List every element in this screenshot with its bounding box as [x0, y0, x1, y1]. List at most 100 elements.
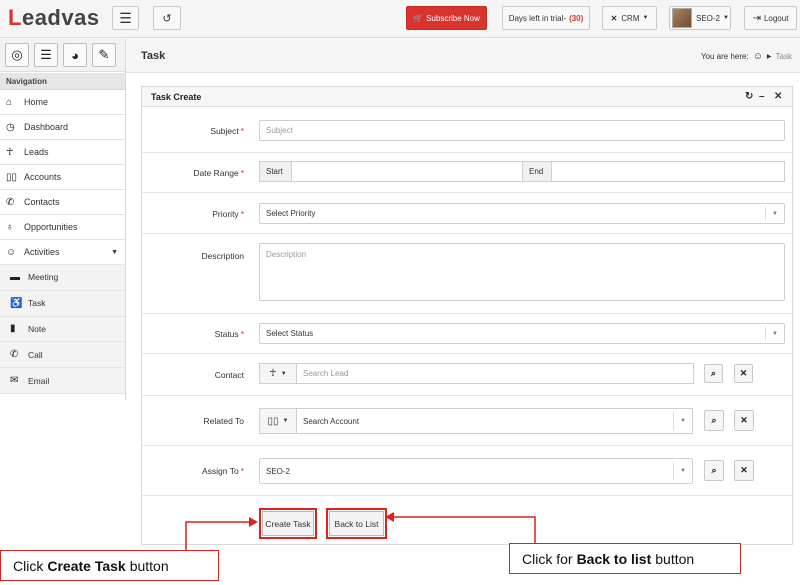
crm-icon: ✕ [610, 13, 618, 23]
related-row: Related To ▯▯ ▼ Search Account ▼ ⌕ ✕ [142, 396, 792, 446]
sidebar-item-dashboard[interactable]: ◷ Dashboard [0, 115, 125, 140]
contact-search-button[interactable]: ⌕ [704, 364, 723, 383]
pie-chart-icon[interactable]: ◕ [63, 43, 87, 67]
caret-down-icon: ▼ [723, 15, 729, 21]
close-icon: ✕ [739, 368, 748, 378]
close-icon: ✕ [740, 465, 748, 475]
people-icon[interactable]: ☺ [753, 51, 763, 62]
logout-icon: ⇥ [752, 12, 761, 24]
start-date-input[interactable] [291, 161, 523, 182]
wheelchair-icon: ♿ [10, 297, 23, 309]
caret-down-icon: ▼ [772, 330, 778, 337]
status-select[interactable]: Select Status ▼ [259, 323, 785, 344]
contact-search-input[interactable]: Search Lead [296, 363, 694, 384]
nav-title: Navigation [0, 73, 125, 90]
assign-select[interactable]: SEO-2 ▼ [259, 458, 693, 484]
menu-icon: ☰ [119, 9, 132, 26]
caret-down-icon: ▼ [680, 418, 686, 424]
description-textarea[interactable]: Description [259, 243, 785, 301]
refresh-icon[interactable]: ↻ [745, 91, 753, 102]
sidebar-item-leads[interactable]: ☥ Leads [0, 140, 125, 165]
assign-search-button[interactable]: ⌕ [704, 460, 724, 481]
person-icon: ☥ [6, 146, 14, 158]
sidebar-item-contacts[interactable]: ✆ Contacts [0, 190, 125, 215]
priority-select[interactable]: Select Priority ▼ [259, 203, 785, 224]
contact-type-dropdown[interactable]: ☥ ▼ [259, 363, 297, 384]
subscribe-button[interactable]: 🛒 Subscribe Now [406, 6, 487, 30]
sidebar-subitem-email[interactable]: ✉ Email [0, 368, 125, 394]
logout-button[interactable]: ⇥ Logout [744, 6, 797, 30]
related-search-button[interactable]: ⌕ [704, 410, 724, 431]
sidebar-item-home[interactable]: ⌂ Home [0, 90, 125, 115]
search-icon: ⌕ [711, 465, 717, 475]
priority-label: Priority * [212, 209, 244, 219]
start-addon: Start [259, 161, 292, 182]
page-title: Task [141, 50, 166, 62]
trial-count: (30) [569, 13, 584, 23]
history-button[interactable]: ↺ [153, 6, 181, 30]
briefcase-icon: ▬ [10, 271, 20, 283]
breadcrumb-current: Task [775, 52, 792, 61]
book-icon: ▯▯ [267, 415, 279, 427]
sidebar-item-accounts[interactable]: ▯▯ Accounts [0, 165, 125, 190]
caret-down-icon: ▼ [642, 15, 649, 21]
maximize-icon[interactable]: ✕ [774, 91, 782, 102]
crm-dropdown[interactable]: ✕ CRM ▼ [602, 6, 657, 30]
related-clear-button[interactable]: ✕ [734, 410, 754, 431]
contact-row: Contact ☥ ▼ Search Lead ⌕ ✕ [142, 354, 792, 396]
related-type-dropdown[interactable]: ▯▯ ▼ [259, 408, 297, 434]
lifebuoy-icon[interactable]: ◎ [5, 43, 29, 67]
assign-clear-button[interactable]: ✕ [734, 460, 754, 481]
home-icon: ⌂ [6, 96, 13, 108]
sidebar-subitem-task[interactable]: ♿ Task [0, 290, 125, 317]
status-row: Status * Select Status ▼ [142, 314, 792, 354]
caret-down-icon: ▼ [772, 210, 778, 217]
search-icon: ⌕ [710, 368, 717, 378]
caret-down-icon: ▼ [111, 248, 118, 256]
user-menu[interactable]: SEO-2 ▼ [669, 6, 731, 30]
minimize-icon[interactable]: – [759, 91, 765, 102]
panel-header: Task Create ↻ – ✕ [142, 87, 792, 107]
description-label: Description [201, 251, 244, 261]
task-create-panel: Task Create ↻ – ✕ Subject * Subject Date … [141, 86, 793, 545]
pencil-icon[interactable]: ✎ [92, 43, 116, 67]
subject-row: Subject * Subject [142, 108, 792, 153]
contact-clear-button[interactable]: ✕ [734, 364, 753, 383]
end-date-input[interactable] [551, 161, 785, 182]
sidebar-item-activities[interactable]: ☺ Activities ▼ [0, 240, 125, 265]
app-logo[interactable]: Leadvas [8, 5, 100, 31]
chevron-right-icon: ▶ [766, 54, 772, 60]
subject-label: Subject * [210, 126, 244, 136]
status-label: Status * [214, 329, 244, 339]
date-range-row: Date Range * Start End [142, 153, 792, 193]
history-icon: ↺ [162, 12, 172, 25]
pin-icon: ♁ [6, 221, 14, 233]
create-task-button[interactable]: Create Task [259, 508, 317, 539]
sidebar-item-opportunities[interactable]: ♁ Opportunities [0, 215, 125, 240]
date-range-label: Date Range * [193, 168, 244, 178]
related-select[interactable]: Search Account ▼ [296, 408, 693, 434]
contact-label: Contact [214, 370, 244, 380]
sidebar-subitem-call[interactable]: ✆ Call [0, 342, 125, 369]
cart-icon: 🛒 [413, 13, 424, 23]
assign-label: Assign To * [201, 466, 244, 476]
back-to-list-button[interactable]: Back to List [326, 508, 387, 539]
person-icon: ☥ [269, 368, 277, 379]
sidebar-subitem-note[interactable]: ▮ Note [0, 316, 125, 343]
menu-toggle-button[interactable]: ☰ [112, 6, 139, 30]
dashboard-icon: ◷ [6, 121, 15, 133]
search-icon: ⌕ [711, 415, 717, 425]
database-icon[interactable]: ☰ [34, 43, 58, 67]
people-icon: ☺ [6, 246, 17, 258]
page-header: Task You are here: ☺ ▶ Task [126, 39, 800, 73]
end-addon: End [522, 161, 552, 182]
subject-input[interactable]: Subject [259, 120, 785, 141]
envelope-icon: ✉ [10, 375, 19, 387]
sidebar-shortcuts: ◎ ☰ ◕ ✎ [0, 39, 125, 72]
caret-down-icon: ▼ [280, 370, 287, 377]
sidebar-subitem-meeting[interactable]: ▬ Meeting [0, 265, 125, 291]
avatar [672, 8, 692, 28]
caret-down-icon: ▼ [282, 418, 289, 424]
top-bar: Leadvas ☰ ↺ 🛒 Subscribe Now Days left in … [0, 0, 800, 38]
annotation-back-to-list: Click for Back to list button [509, 543, 741, 574]
